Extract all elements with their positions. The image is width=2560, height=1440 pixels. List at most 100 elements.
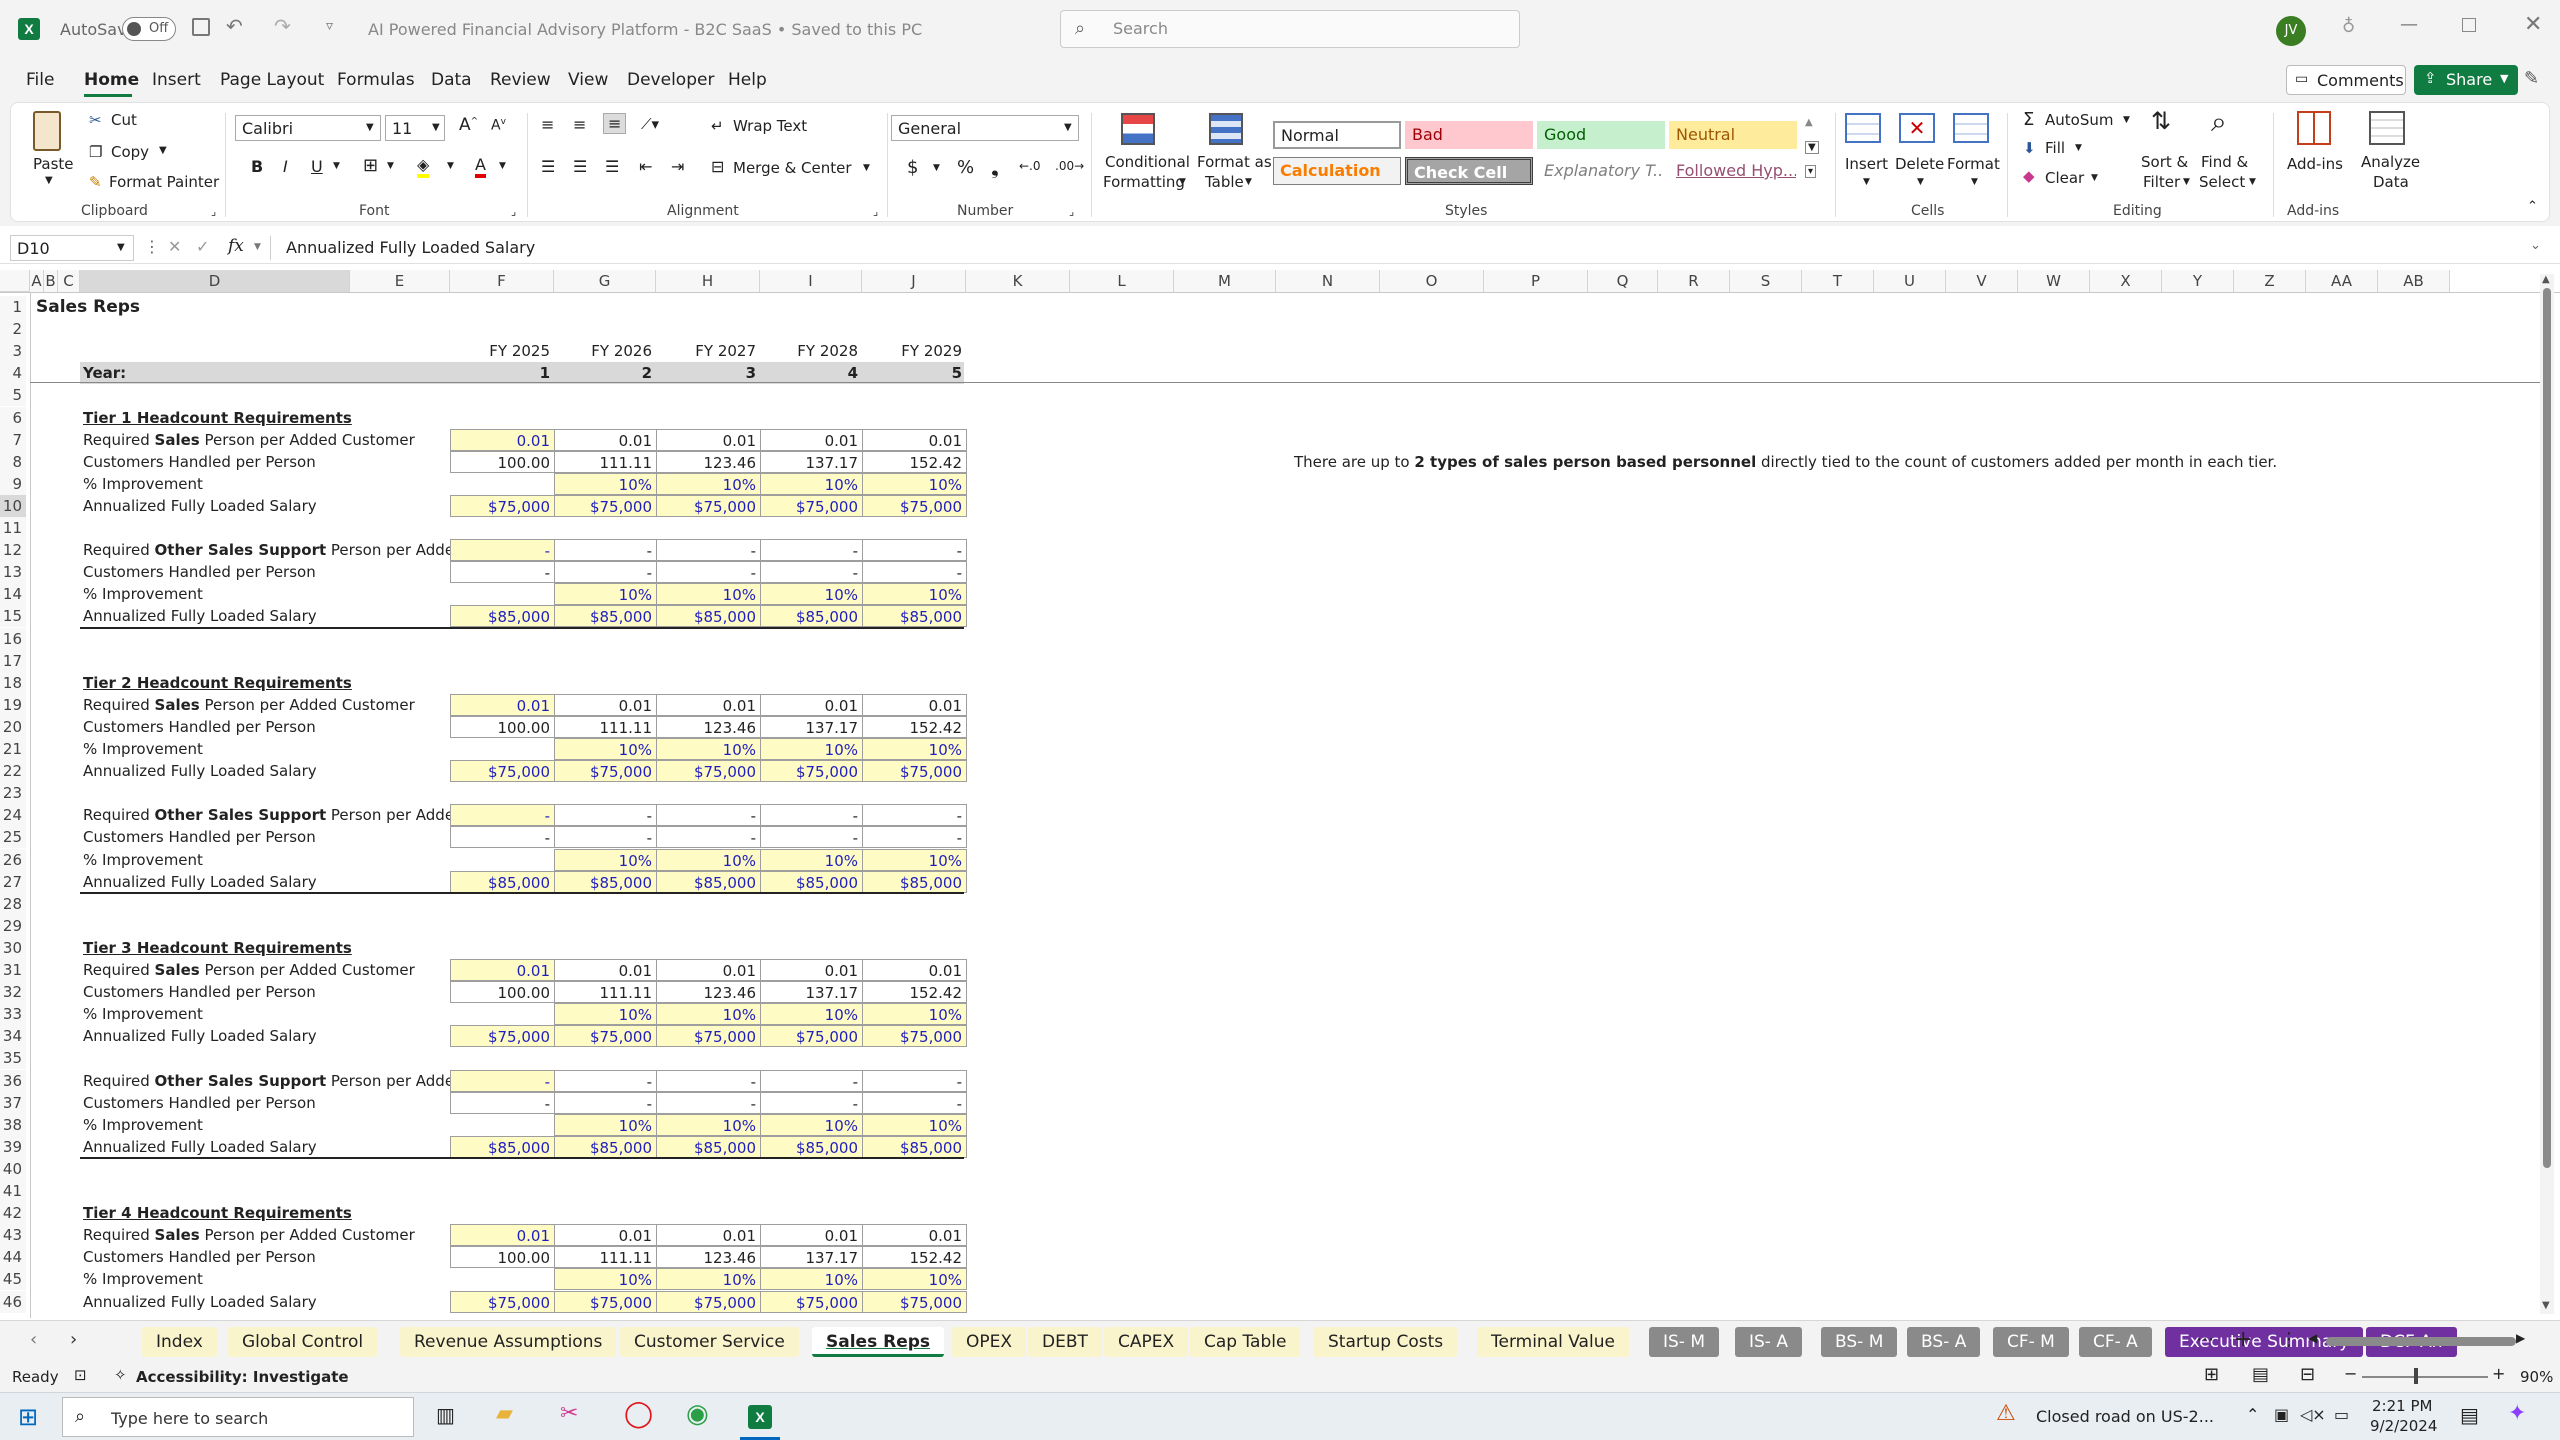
value-cell[interactable]: 10% bbox=[656, 473, 761, 495]
sheet-tab[interactable]: CF- A bbox=[2079, 1327, 2152, 1357]
underline-icon[interactable]: U bbox=[311, 157, 323, 176]
chevron-down-icon[interactable]: ▼ bbox=[1245, 177, 1252, 187]
value-cell[interactable]: $85,000 bbox=[554, 871, 657, 893]
hscroll-right-icon[interactable]: ▶ bbox=[2516, 1331, 2525, 1345]
row-header[interactable]: 21 bbox=[0, 738, 26, 760]
menu-view[interactable]: View bbox=[568, 70, 608, 90]
column-header[interactable]: C bbox=[58, 270, 80, 292]
value-cell[interactable]: 10% bbox=[760, 1268, 863, 1290]
value-cell[interactable]: $75,000 bbox=[656, 1291, 761, 1313]
chevron-down-icon[interactable]: ▼ bbox=[2075, 143, 2082, 153]
row-header[interactable]: 17 bbox=[0, 650, 26, 672]
column-header[interactable]: R bbox=[1658, 270, 1730, 292]
value-cell[interactable]: - bbox=[554, 804, 657, 826]
value-cell[interactable]: $75,000 bbox=[450, 1025, 555, 1047]
value-cell[interactable]: $85,000 bbox=[450, 1136, 555, 1158]
name-box[interactable]: D10 ▼ bbox=[10, 235, 134, 261]
row-header[interactable]: 34 bbox=[0, 1025, 26, 1047]
value-cell[interactable]: - bbox=[450, 826, 555, 848]
column-header[interactable]: E bbox=[350, 270, 450, 292]
row-header[interactable]: 11 bbox=[0, 517, 26, 539]
value-cell[interactable]: 10% bbox=[760, 1003, 863, 1025]
column-header[interactable]: M bbox=[1174, 270, 1276, 292]
value-cell[interactable]: 10% bbox=[554, 738, 657, 760]
format-as-table-button[interactable]: Format as bbox=[1197, 153, 1272, 171]
chevron-down-icon[interactable]: ▼ bbox=[2091, 173, 2098, 183]
styles-scroll-up-icon[interactable]: ▲ bbox=[1805, 117, 1813, 128]
value-cell[interactable]: 0.01 bbox=[862, 1224, 967, 1246]
value-cell[interactable]: 10% bbox=[656, 583, 761, 605]
style-normal[interactable]: Normal bbox=[1273, 121, 1401, 149]
chevron-down-icon[interactable]: ▼ bbox=[2183, 177, 2190, 187]
style-neutral[interactable]: Neutral bbox=[1669, 121, 1797, 149]
value-cell[interactable]: $75,000 bbox=[450, 495, 555, 517]
value-cell[interactable]: 111.11 bbox=[554, 451, 657, 473]
find-select-button[interactable]: Find & bbox=[2201, 153, 2248, 171]
sheet-tab[interactable]: Revenue Assumptions bbox=[400, 1327, 617, 1357]
number-format-select[interactable]: General ▼ bbox=[891, 115, 1079, 141]
cut-button[interactable]: Cut bbox=[111, 111, 137, 129]
value-cell[interactable]: 10% bbox=[760, 583, 863, 605]
snipping-tool-icon[interactable]: ✂ bbox=[560, 1401, 578, 1426]
value-cell[interactable]: $85,000 bbox=[760, 1136, 863, 1158]
menu-data[interactable]: Data bbox=[431, 70, 472, 90]
style-calculation[interactable]: Calculation bbox=[1273, 157, 1401, 185]
value-cell[interactable]: 0.01 bbox=[656, 694, 761, 716]
row-header[interactable]: 33 bbox=[0, 1003, 26, 1025]
value-cell[interactable]: - bbox=[862, 561, 967, 583]
value-cell[interactable]: 10% bbox=[554, 1114, 657, 1136]
row-header[interactable]: 44 bbox=[0, 1246, 26, 1268]
value-cell[interactable]: - bbox=[656, 1070, 761, 1092]
value-cell[interactable]: 10% bbox=[554, 849, 657, 871]
value-cell[interactable]: $85,000 bbox=[450, 871, 555, 893]
align-bottom-icon[interactable]: ≡ bbox=[603, 113, 627, 134]
menu-help[interactable]: Help bbox=[728, 70, 767, 90]
value-cell[interactable]: $75,000 bbox=[554, 1291, 657, 1313]
format-painter-button[interactable]: Format Painter bbox=[109, 173, 219, 191]
align-middle-icon[interactable]: ≡ bbox=[573, 115, 586, 134]
value-cell[interactable]: 0.01 bbox=[760, 959, 863, 981]
value-cell[interactable]: $75,000 bbox=[760, 495, 863, 517]
column-header[interactable]: D bbox=[80, 270, 350, 292]
value-cell[interactable]: 10% bbox=[656, 849, 761, 871]
more-options-icon[interactable]: ⋮ bbox=[144, 237, 160, 256]
autosum-button[interactable]: AutoSum bbox=[2045, 111, 2113, 129]
value-cell[interactable]: 10% bbox=[554, 583, 657, 605]
value-cell[interactable]: $75,000 bbox=[656, 760, 761, 782]
styles-more-icon[interactable]: ▾ bbox=[1805, 165, 1817, 178]
align-right-icon[interactable]: ☰ bbox=[605, 157, 619, 176]
menu-page-layout[interactable]: Page Layout bbox=[220, 70, 324, 90]
row-header[interactable]: 39 bbox=[0, 1136, 26, 1158]
accessibility-icon[interactable]: ✧ bbox=[114, 1366, 127, 1384]
chevron-down-icon[interactable]: ▼ bbox=[499, 161, 506, 171]
sheet-tab[interactable]: Cap Table bbox=[1190, 1327, 1301, 1357]
sort-filter-button[interactable]: Sort & bbox=[2141, 153, 2188, 171]
chevron-down-icon[interactable]: ▼ bbox=[1917, 177, 1924, 187]
sheet-tab[interactable]: Terminal Value bbox=[1477, 1327, 1629, 1357]
orientation-icon[interactable]: ⟋▾ bbox=[641, 115, 659, 133]
document-title[interactable]: AI Powered Financial Advisory Platform -… bbox=[368, 20, 922, 39]
row-header[interactable]: 43 bbox=[0, 1224, 26, 1246]
value-cell[interactable] bbox=[450, 1114, 555, 1136]
share-button[interactable]: ⇪ Share ▼ bbox=[2414, 65, 2518, 95]
column-header[interactable]: O bbox=[1380, 270, 1484, 292]
bold-icon[interactable]: B bbox=[251, 157, 263, 176]
value-cell[interactable]: 10% bbox=[656, 1268, 761, 1290]
value-cell[interactable]: $85,000 bbox=[862, 605, 967, 627]
windows-start-icon[interactable]: ⊞ bbox=[18, 1403, 38, 1431]
column-header[interactable]: AB bbox=[2378, 270, 2450, 292]
row-header[interactable]: 37 bbox=[0, 1092, 26, 1114]
value-cell[interactable]: - bbox=[760, 1070, 863, 1092]
column-header[interactable]: N bbox=[1276, 270, 1380, 292]
row-header[interactable]: 32 bbox=[0, 981, 26, 1003]
paste-button[interactable]: Paste bbox=[33, 155, 74, 173]
paste-chevron-icon[interactable]: ▼ bbox=[45, 175, 53, 186]
value-cell[interactable]: $75,000 bbox=[554, 1025, 657, 1047]
value-cell[interactable]: $75,000 bbox=[554, 760, 657, 782]
column-header[interactable]: G bbox=[554, 270, 656, 292]
value-cell[interactable]: 137.17 bbox=[760, 451, 863, 473]
task-view-icon[interactable]: ▥ bbox=[436, 1403, 455, 1427]
sheet-tab[interactable]: Customer Service bbox=[620, 1327, 799, 1357]
value-cell[interactable]: - bbox=[862, 1092, 967, 1114]
row-header[interactable]: 7 bbox=[0, 429, 26, 451]
